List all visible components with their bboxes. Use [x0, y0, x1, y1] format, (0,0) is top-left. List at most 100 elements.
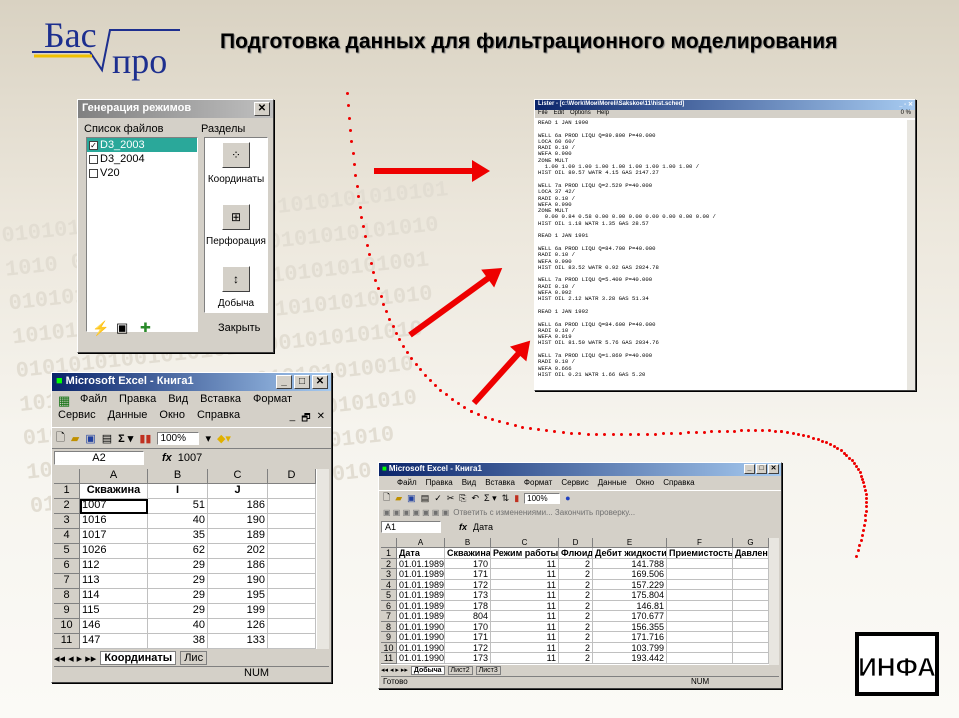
name-box[interactable]: A1 [381, 521, 441, 533]
table-cell[interactable]: 01.01.1990 [397, 632, 445, 643]
column-header[interactable]: D [268, 469, 316, 484]
table-cell[interactable]: 2 [559, 632, 593, 643]
table-cell[interactable]: 29 [148, 574, 208, 589]
table-cell[interactable]: 1026 [80, 544, 148, 559]
table-cell[interactable]: 195 [208, 589, 268, 604]
table-cell[interactable] [667, 600, 733, 611]
table-cell[interactable]: 157.229 [593, 579, 667, 590]
table-cell[interactable] [268, 544, 316, 559]
table-cell[interactable]: 146 [80, 619, 148, 634]
table-cell[interactable] [667, 611, 733, 622]
table-cell[interactable]: 173 [445, 653, 491, 664]
row-header[interactable]: 4 [381, 579, 397, 590]
open-icon[interactable]: ▰ [395, 493, 402, 504]
table-cell[interactable] [733, 579, 769, 590]
table-cell[interactable]: 170 [445, 558, 491, 569]
table-cell[interactable]: 11 [491, 653, 559, 664]
column-header[interactable]: A [397, 538, 445, 548]
menu-item[interactable]: Окно [636, 478, 655, 490]
table-cell[interactable]: 133 [208, 634, 268, 649]
sheet-tab[interactable]: Лис [180, 651, 208, 665]
menu-item[interactable]: Сервис [58, 409, 96, 427]
table-cell[interactable]: Дебит жидкости [593, 548, 667, 559]
table-cell[interactable]: 11 [491, 558, 559, 569]
table-cell[interactable]: 01.01.1990 [397, 621, 445, 632]
menu-item[interactable]: Данные [108, 409, 148, 427]
review-icons[interactable]: ▣ ▣ ▣ ▣ ▣ ▣ ▣ [383, 508, 449, 517]
table-cell[interactable]: Режим работы [491, 548, 559, 559]
table-cell[interactable] [268, 514, 316, 529]
sheet-tab[interactable]: Координаты [100, 651, 177, 665]
row-header[interactable]: 6 [54, 559, 80, 574]
zoom-select[interactable]: 100% [524, 492, 561, 504]
table-cell[interactable]: 115 [80, 604, 148, 619]
table-cell[interactable]: 1007 [80, 499, 148, 514]
table-cell[interactable]: 171.716 [593, 632, 667, 643]
row-header[interactable]: 5 [54, 544, 80, 559]
file-list-item[interactable]: D3_2004 [87, 152, 197, 166]
cut-icon[interactable]: ✂ [447, 493, 455, 504]
table-cell[interactable]: 11 [491, 621, 559, 632]
table-cell[interactable]: 2 [559, 569, 593, 580]
table-cell[interactable]: 29 [148, 589, 208, 604]
tab-scroll-icons[interactable]: ◂◂ ◂ ▸ ▸▸ [54, 652, 96, 665]
lister-scrollbar[interactable] [907, 120, 915, 390]
table-cell[interactable] [733, 558, 769, 569]
menu-item[interactable]: Окно [159, 409, 185, 427]
table-cell[interactable]: 11 [491, 600, 559, 611]
table-cell[interactable]: 38 [148, 634, 208, 649]
autosum-icon[interactable]: Σ ▾ [484, 493, 497, 504]
menu-item[interactable]: Правка [426, 478, 453, 490]
menu-item[interactable]: Файл [397, 478, 417, 490]
file-checkbox[interactable] [89, 168, 98, 178]
table-cell[interactable]: 169.506 [593, 569, 667, 580]
table-cell[interactable]: 2 [559, 653, 593, 664]
row-header[interactable]: 2 [381, 558, 397, 569]
maximize-icon[interactable]: □ [294, 375, 310, 389]
file-list[interactable]: ✓ D3_2003 D3_2004 V20 [86, 137, 198, 332]
table-cell[interactable] [667, 590, 733, 601]
row-header[interactable]: 8 [54, 589, 80, 604]
chart-icon[interactable]: ▮▮ [139, 432, 151, 445]
lister-menu-item[interactable]: Options [570, 110, 591, 118]
table-cell[interactable]: 804 [445, 611, 491, 622]
close-button[interactable]: Закрыть [218, 322, 260, 334]
column-header[interactable]: C [491, 538, 559, 548]
lister-menu-item[interactable]: Help [597, 110, 609, 118]
table-cell[interactable]: 11 [491, 642, 559, 653]
table-cell[interactable] [667, 653, 733, 664]
file-checkbox[interactable]: ✓ [89, 140, 98, 150]
table-cell[interactable] [667, 621, 733, 632]
table-cell[interactable]: 190 [208, 574, 268, 589]
table-cell[interactable]: 2 [559, 579, 593, 590]
row-header[interactable]: 1 [54, 484, 80, 499]
table-cell[interactable]: 40 [148, 514, 208, 529]
table-cell[interactable]: 146.81 [593, 600, 667, 611]
table-cell[interactable]: 11 [491, 632, 559, 643]
row-header[interactable]: 11 [381, 653, 397, 664]
table-cell[interactable]: 11 [491, 569, 559, 580]
table-cell[interactable]: 01.01.1989 [397, 558, 445, 569]
maximize-icon[interactable]: □ [756, 464, 767, 474]
table-cell[interactable]: 189 [208, 529, 268, 544]
formula-input[interactable]: 1007 [178, 452, 202, 464]
table-cell[interactable] [667, 632, 733, 643]
table-cell[interactable]: Приемистость [667, 548, 733, 559]
perforation-icon[interactable]: ⊞ [222, 204, 250, 230]
table-cell[interactable]: 01.01.1990 [397, 653, 445, 664]
excel1-grid[interactable]: A B C D 1 Скважина I J 2 1007 51 186 3 1016 40 190 4 1017… [54, 469, 318, 649]
sheet-tab[interactable]: Лист3 [475, 665, 501, 675]
table-cell[interactable] [268, 634, 316, 649]
table-cell[interactable]: 172 [445, 579, 491, 590]
table-cell[interactable]: Давлени [733, 548, 769, 559]
coordinates-icon[interactable]: ⁘ [222, 142, 250, 168]
table-cell[interactable]: 156.355 [593, 621, 667, 632]
fill-color-icon[interactable]: ◆▾ [217, 432, 231, 445]
menu-item[interactable]: Вставка [485, 478, 515, 490]
row-header[interactable]: 5 [381, 590, 397, 601]
lister-menu-item[interactable]: File [538, 110, 548, 118]
table-cell[interactable] [733, 632, 769, 643]
minimize-icon[interactable]: _ [744, 464, 755, 474]
autosum-icon[interactable]: Σ ▾ [118, 432, 133, 445]
production-icon[interactable]: ↕ [222, 266, 250, 292]
